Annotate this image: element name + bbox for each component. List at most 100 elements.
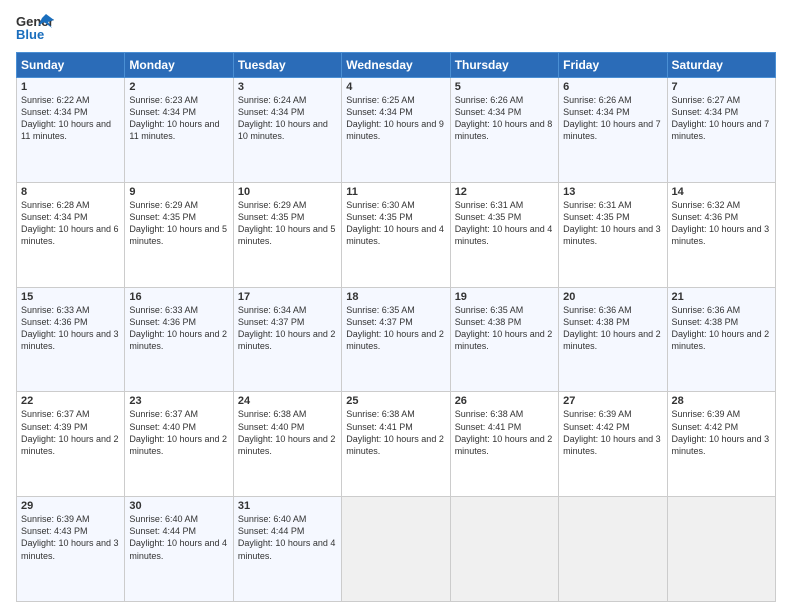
calendar-cell: 26Sunrise: 6:38 AMSunset: 4:41 PMDayligh… [450,392,558,497]
day-number: 21 [672,291,771,303]
calendar-cell: 11Sunrise: 6:30 AMSunset: 4:35 PMDayligh… [342,182,450,287]
week-row-4: 22Sunrise: 6:37 AMSunset: 4:39 PMDayligh… [17,392,776,497]
calendar-cell: 25Sunrise: 6:38 AMSunset: 4:41 PMDayligh… [342,392,450,497]
calendar-cell [667,497,775,602]
column-header-monday: Monday [125,53,233,78]
day-info: Sunrise: 6:34 AMSunset: 4:37 PMDaylight:… [238,304,337,353]
day-number: 29 [21,500,120,512]
column-header-saturday: Saturday [667,53,775,78]
column-header-tuesday: Tuesday [233,53,341,78]
calendar-cell: 7Sunrise: 6:27 AMSunset: 4:34 PMDaylight… [667,78,775,183]
page: General Blue SundayMondayTuesdayWednesda… [0,0,792,612]
day-info: Sunrise: 6:23 AMSunset: 4:34 PMDaylight:… [129,94,228,143]
logo-bird-icon: General Blue [16,12,54,44]
column-header-wednesday: Wednesday [342,53,450,78]
day-number: 26 [455,395,554,407]
day-info: Sunrise: 6:40 AMSunset: 4:44 PMDaylight:… [238,513,337,562]
day-number: 1 [21,81,120,93]
day-info: Sunrise: 6:31 AMSunset: 4:35 PMDaylight:… [455,199,554,248]
week-row-2: 8Sunrise: 6:28 AMSunset: 4:34 PMDaylight… [17,182,776,287]
day-number: 28 [672,395,771,407]
column-header-friday: Friday [559,53,667,78]
calendar-cell: 27Sunrise: 6:39 AMSunset: 4:42 PMDayligh… [559,392,667,497]
day-info: Sunrise: 6:36 AMSunset: 4:38 PMDaylight:… [563,304,662,353]
day-info: Sunrise: 6:27 AMSunset: 4:34 PMDaylight:… [672,94,771,143]
day-number: 22 [21,395,120,407]
calendar-cell: 4Sunrise: 6:25 AMSunset: 4:34 PMDaylight… [342,78,450,183]
day-number: 9 [129,186,228,198]
calendar-cell: 28Sunrise: 6:39 AMSunset: 4:42 PMDayligh… [667,392,775,497]
day-info: Sunrise: 6:28 AMSunset: 4:34 PMDaylight:… [21,199,120,248]
calendar-cell: 15Sunrise: 6:33 AMSunset: 4:36 PMDayligh… [17,287,125,392]
logo: General Blue [16,12,54,44]
calendar-cell: 29Sunrise: 6:39 AMSunset: 4:43 PMDayligh… [17,497,125,602]
calendar-cell: 3Sunrise: 6:24 AMSunset: 4:34 PMDaylight… [233,78,341,183]
day-info: Sunrise: 6:38 AMSunset: 4:40 PMDaylight:… [238,408,337,457]
day-number: 10 [238,186,337,198]
day-number: 8 [21,186,120,198]
day-number: 19 [455,291,554,303]
week-row-1: 1Sunrise: 6:22 AMSunset: 4:34 PMDaylight… [17,78,776,183]
day-number: 27 [563,395,662,407]
calendar-cell: 31Sunrise: 6:40 AMSunset: 4:44 PMDayligh… [233,497,341,602]
calendar-cell: 9Sunrise: 6:29 AMSunset: 4:35 PMDaylight… [125,182,233,287]
week-row-5: 29Sunrise: 6:39 AMSunset: 4:43 PMDayligh… [17,497,776,602]
day-info: Sunrise: 6:37 AMSunset: 4:39 PMDaylight:… [21,408,120,457]
calendar-cell: 12Sunrise: 6:31 AMSunset: 4:35 PMDayligh… [450,182,558,287]
day-info: Sunrise: 6:22 AMSunset: 4:34 PMDaylight:… [21,94,120,143]
day-number: 3 [238,81,337,93]
day-info: Sunrise: 6:24 AMSunset: 4:34 PMDaylight:… [238,94,337,143]
calendar-cell: 16Sunrise: 6:33 AMSunset: 4:36 PMDayligh… [125,287,233,392]
day-number: 13 [563,186,662,198]
calendar-cell: 18Sunrise: 6:35 AMSunset: 4:37 PMDayligh… [342,287,450,392]
day-info: Sunrise: 6:29 AMSunset: 4:35 PMDaylight:… [129,199,228,248]
day-info: Sunrise: 6:25 AMSunset: 4:34 PMDaylight:… [346,94,445,143]
day-number: 14 [672,186,771,198]
day-number: 24 [238,395,337,407]
day-number: 5 [455,81,554,93]
day-number: 6 [563,81,662,93]
day-info: Sunrise: 6:39 AMSunset: 4:42 PMDaylight:… [563,408,662,457]
calendar-cell: 6Sunrise: 6:26 AMSunset: 4:34 PMDaylight… [559,78,667,183]
day-number: 31 [238,500,337,512]
calendar-cell [342,497,450,602]
day-number: 23 [129,395,228,407]
day-info: Sunrise: 6:32 AMSunset: 4:36 PMDaylight:… [672,199,771,248]
day-number: 16 [129,291,228,303]
day-info: Sunrise: 6:29 AMSunset: 4:35 PMDaylight:… [238,199,337,248]
day-info: Sunrise: 6:30 AMSunset: 4:35 PMDaylight:… [346,199,445,248]
day-info: Sunrise: 6:35 AMSunset: 4:38 PMDaylight:… [455,304,554,353]
calendar-header-row: SundayMondayTuesdayWednesdayThursdayFrid… [17,53,776,78]
calendar-cell [559,497,667,602]
svg-text:Blue: Blue [16,27,44,42]
calendar-table: SundayMondayTuesdayWednesdayThursdayFrid… [16,52,776,602]
calendar-cell: 21Sunrise: 6:36 AMSunset: 4:38 PMDayligh… [667,287,775,392]
day-number: 17 [238,291,337,303]
day-info: Sunrise: 6:33 AMSunset: 4:36 PMDaylight:… [21,304,120,353]
day-number: 2 [129,81,228,93]
calendar-cell: 24Sunrise: 6:38 AMSunset: 4:40 PMDayligh… [233,392,341,497]
calendar-cell: 22Sunrise: 6:37 AMSunset: 4:39 PMDayligh… [17,392,125,497]
column-header-thursday: Thursday [450,53,558,78]
calendar-cell: 10Sunrise: 6:29 AMSunset: 4:35 PMDayligh… [233,182,341,287]
calendar-cell: 23Sunrise: 6:37 AMSunset: 4:40 PMDayligh… [125,392,233,497]
day-number: 30 [129,500,228,512]
day-info: Sunrise: 6:40 AMSunset: 4:44 PMDaylight:… [129,513,228,562]
day-number: 18 [346,291,445,303]
day-info: Sunrise: 6:37 AMSunset: 4:40 PMDaylight:… [129,408,228,457]
day-info: Sunrise: 6:33 AMSunset: 4:36 PMDaylight:… [129,304,228,353]
column-header-sunday: Sunday [17,53,125,78]
day-number: 15 [21,291,120,303]
calendar-cell: 5Sunrise: 6:26 AMSunset: 4:34 PMDaylight… [450,78,558,183]
day-info: Sunrise: 6:35 AMSunset: 4:37 PMDaylight:… [346,304,445,353]
calendar-cell [450,497,558,602]
week-row-3: 15Sunrise: 6:33 AMSunset: 4:36 PMDayligh… [17,287,776,392]
day-number: 25 [346,395,445,407]
calendar-cell: 13Sunrise: 6:31 AMSunset: 4:35 PMDayligh… [559,182,667,287]
calendar-cell: 17Sunrise: 6:34 AMSunset: 4:37 PMDayligh… [233,287,341,392]
day-info: Sunrise: 6:26 AMSunset: 4:34 PMDaylight:… [455,94,554,143]
header: General Blue [16,12,776,44]
day-info: Sunrise: 6:39 AMSunset: 4:43 PMDaylight:… [21,513,120,562]
calendar-cell: 1Sunrise: 6:22 AMSunset: 4:34 PMDaylight… [17,78,125,183]
day-info: Sunrise: 6:26 AMSunset: 4:34 PMDaylight:… [563,94,662,143]
